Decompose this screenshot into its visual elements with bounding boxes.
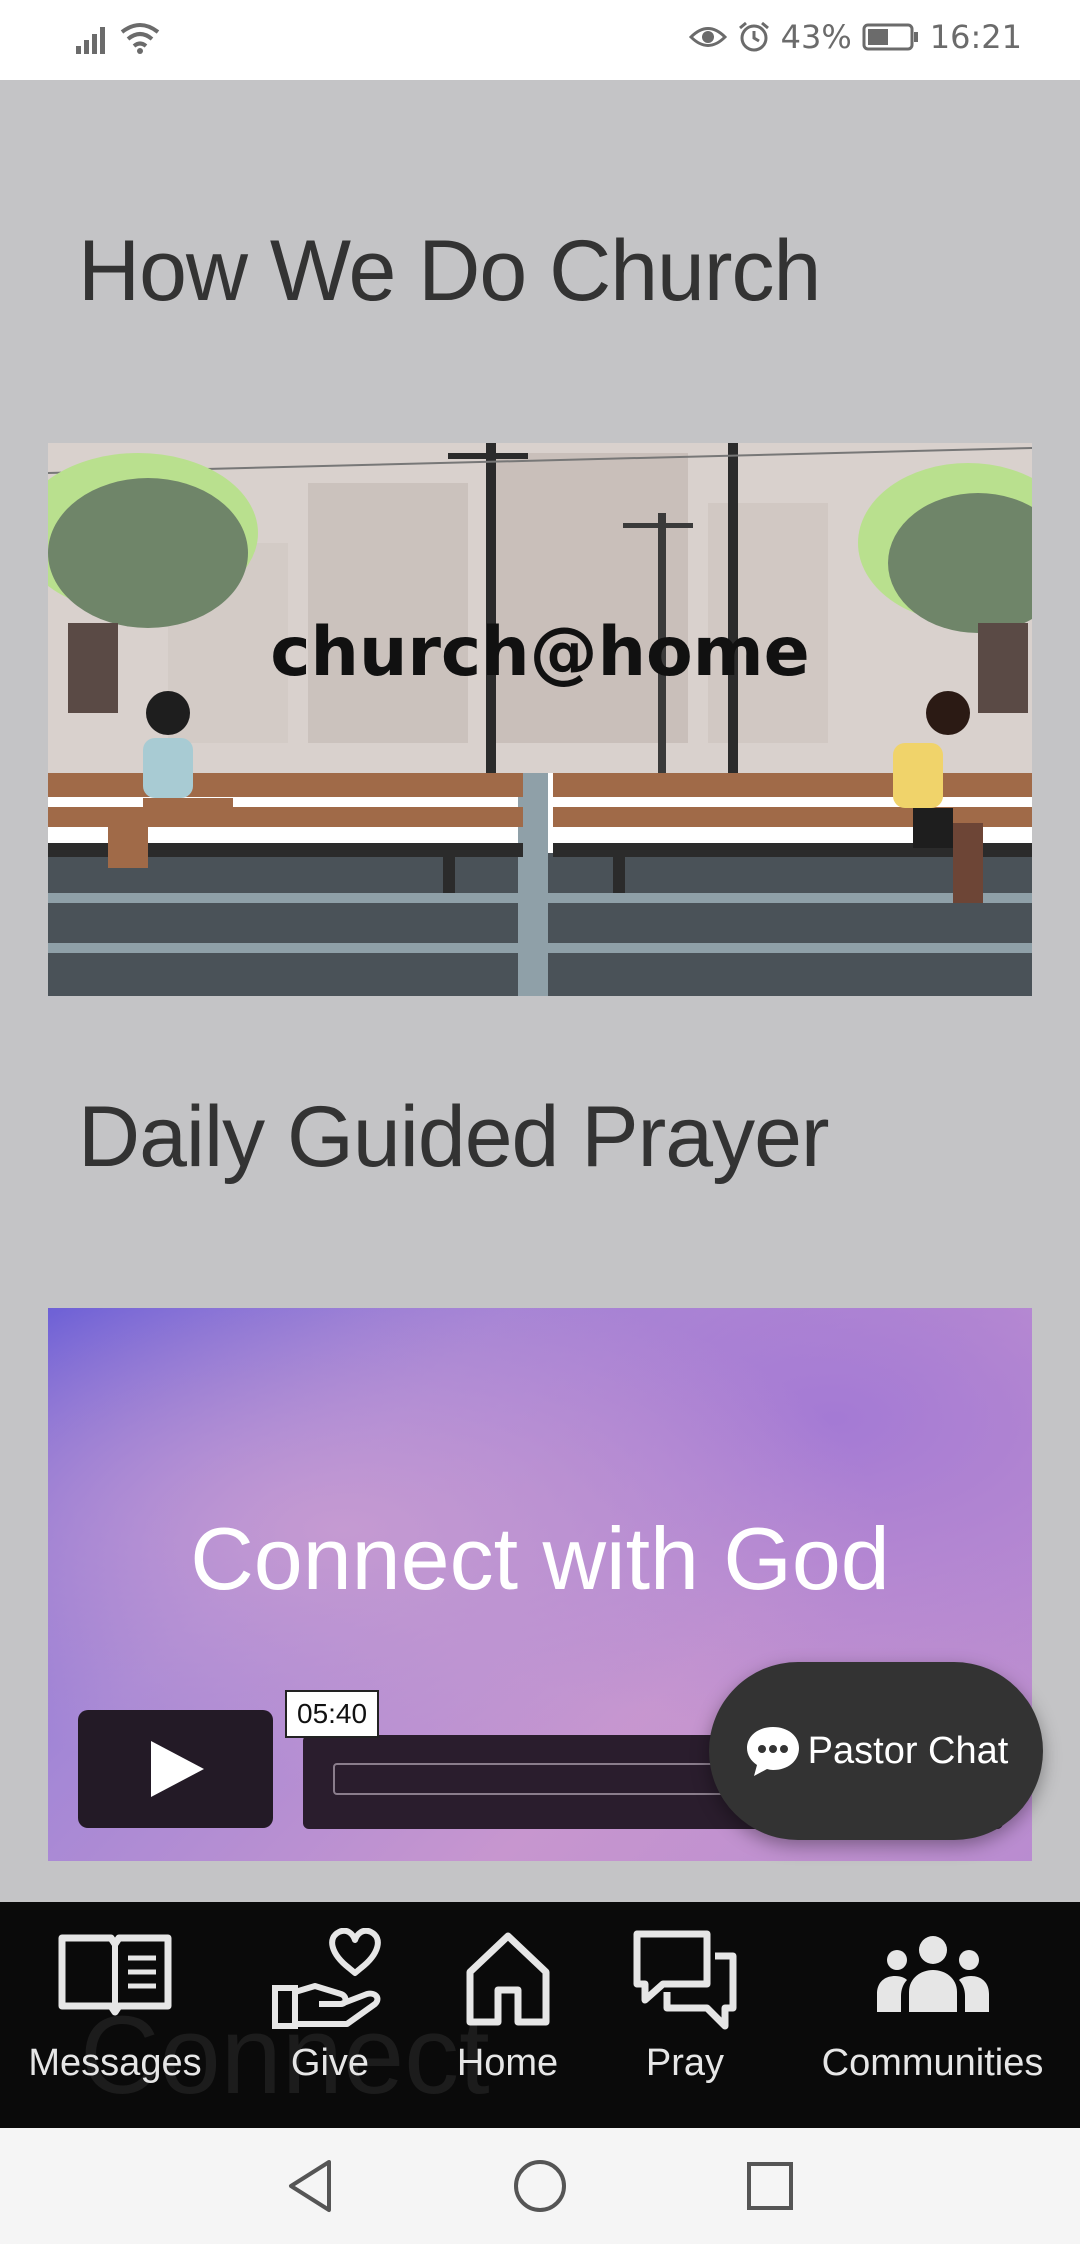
clock: 16:21 <box>929 18 1022 56</box>
system-navigation-bar <box>0 2128 1080 2244</box>
nav-item-home[interactable]: Home <box>430 1902 585 2128</box>
pastor-chat-label: Pastor Chat <box>807 1729 1009 1772</box>
nav-item-pray[interactable]: Pray <box>610 1902 760 2128</box>
play-icon <box>150 1741 204 1797</box>
people-icon <box>876 1936 989 2012</box>
time-tooltip: 05:40 <box>285 1690 380 1738</box>
video-church-at-home[interactable]: church@home <box>48 443 1032 996</box>
hand-heart-icon <box>272 1928 381 2029</box>
home-feed[interactable]: How We Do Church church@home Daily Guide… <box>0 80 1080 1902</box>
video-thumbnail-illustration: church@home <box>48 443 1032 996</box>
nav-label-home: Home <box>456 2042 559 2084</box>
nav-item-messages[interactable]: Messages <box>10 1902 220 2128</box>
play-button[interactable] <box>78 1710 273 1828</box>
nav-label-communities: Communities <box>821 2042 1044 2084</box>
home-circle-icon[interactable] <box>512 2158 568 2214</box>
alarm-icon <box>738 21 769 52</box>
nav-item-communities[interactable]: Communities <box>800 1902 1065 2128</box>
video-thumbnail-text: church@home <box>270 613 809 692</box>
bottom-navigation: Connect Messages Give Home Pray Communit… <box>0 1902 1080 2128</box>
section-title-prayer: Daily Guided Prayer <box>78 1089 830 1185</box>
chat-bubble-icon <box>746 1727 799 1776</box>
battery-percent: 43% <box>780 18 852 56</box>
wifi-icon <box>120 23 160 54</box>
nav-label-messages: Messages <box>28 2042 202 2084</box>
home-icon <box>466 1932 549 2026</box>
signal-icon <box>76 27 105 54</box>
chat-bubbles-icon <box>633 1930 737 2030</box>
pastor-chat-button[interactable]: Pastor Chat <box>709 1662 1043 1840</box>
recents-icon[interactable] <box>745 2158 795 2214</box>
video-title-text: Connect with God <box>190 1509 890 1608</box>
nav-label-give: Give <box>290 2042 370 2084</box>
eye-icon <box>688 27 727 47</box>
nav-item-give[interactable]: Give <box>240 1902 420 2128</box>
battery-icon <box>862 23 918 51</box>
book-icon <box>58 1934 172 2016</box>
status-bar: 43% 16:21 <box>0 0 1080 80</box>
back-icon[interactable] <box>285 2158 335 2214</box>
section-title-church: How We Do Church <box>78 223 821 319</box>
nav-label-pray: Pray <box>645 2042 725 2084</box>
